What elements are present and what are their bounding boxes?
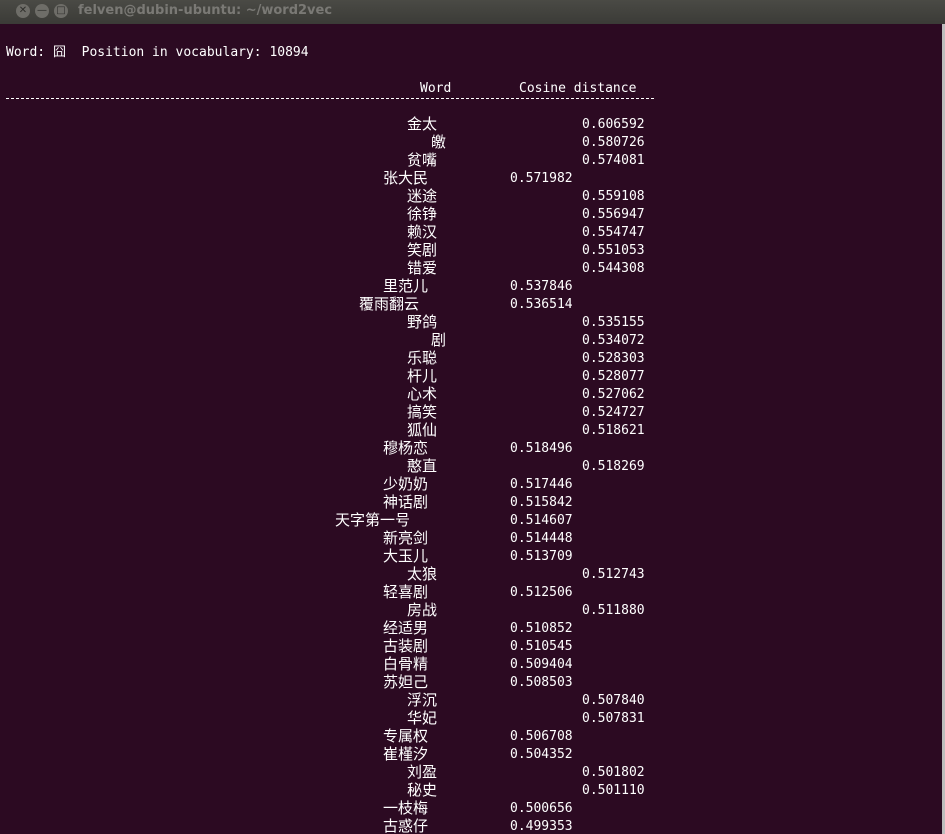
result-distance: 0.536514 [510,297,573,312]
query-line: Word: 囧 Position in vocabulary: 10894 [6,45,309,60]
result-distance: 0.537846 [510,279,573,294]
result-distance: 0.524727 [582,405,645,420]
result-word: 笑剧 [406,241,437,259]
result-distance: 0.535155 [582,315,645,330]
result-word: 贫嘴 [406,151,437,169]
result-word: 里范儿 [382,277,428,295]
divider-line [6,98,654,99]
result-distance: 0.518496 [510,441,573,456]
result-distance: 0.514448 [510,531,573,546]
result-distance: 0.501110 [582,783,645,798]
result-distance: 0.507831 [582,711,645,726]
result-word: 金太 [406,115,437,133]
result-word: 一枝梅 [382,799,428,817]
result-word: 搞笑 [406,403,437,421]
result-word: 轻喜剧 [382,583,428,601]
result-word: 覆雨翻云 [358,295,419,313]
header-cosine-distance: Cosine distance [519,81,637,96]
minimize-icon[interactable]: — [35,4,49,18]
terminal-window: ✕ — □ felven@dubin-ubuntu: ~/word2vec Wo… [0,0,945,834]
result-word: 专属权 [382,727,428,745]
result-word: 古惑仔 [382,817,428,834]
result-distance: 0.571982 [510,171,573,186]
result-distance: 0.517446 [510,477,573,492]
result-word: 刘盈 [406,763,437,781]
result-distance: 0.556947 [582,207,645,222]
result-distance: 0.506708 [510,729,573,744]
result-word: 剧 [430,331,446,349]
window-title: felven@dubin-ubuntu: ~/word2vec [78,3,333,18]
result-word: 白骨精 [382,655,428,673]
result-distance: 0.554747 [582,225,645,240]
result-word: 迷途 [406,187,437,205]
title-bar[interactable]: ✕ — □ felven@dubin-ubuntu: ~/word2vec [0,0,945,24]
result-word: 苏妲己 [382,673,428,691]
result-word: 房战 [406,601,437,619]
result-distance: 0.510545 [510,639,573,654]
result-distance: 0.499353 [510,819,573,834]
header-word: Word [420,81,452,96]
close-icon[interactable]: ✕ [16,4,30,18]
result-word: 神话剧 [382,493,428,511]
result-distance: 0.507840 [582,693,645,708]
result-word: 浮沉 [406,691,437,709]
result-distance: 0.551053 [582,243,645,258]
result-word: 皦 [430,133,446,151]
result-word: 新亮剑 [382,529,428,547]
result-distance: 0.528303 [582,351,645,366]
result-word: 徐铮 [406,205,437,223]
result-distance: 0.544308 [582,261,645,276]
result-distance: 0.580726 [582,135,645,150]
result-word: 野鸽 [406,313,437,331]
result-distance: 0.515842 [510,495,573,510]
result-word: 心术 [406,385,437,403]
result-word: 错爱 [406,259,437,277]
result-distance: 0.559108 [582,189,645,204]
result-distance: 0.514607 [510,513,573,528]
result-word: 经适男 [382,619,428,637]
result-word: 华妃 [406,709,437,727]
result-distance: 0.512743 [582,567,645,582]
result-word: 憨直 [406,457,437,475]
result-word: 古装剧 [382,637,428,655]
result-distance: 0.513709 [510,549,573,564]
result-distance: 0.534072 [582,333,645,348]
result-distance: 0.518269 [582,459,645,474]
maximize-icon[interactable]: □ [54,4,68,18]
result-distance: 0.508503 [510,675,573,690]
result-distance: 0.606592 [582,117,645,132]
result-word: 太狼 [406,565,437,583]
result-word: 张大民 [382,169,428,187]
result-word: 狐仙 [406,421,437,439]
result-distance: 0.527062 [582,387,645,402]
terminal-output[interactable]: Word: 囧 Position in vocabulary: 10894 Wo… [0,24,942,834]
result-word: 天字第一号 [334,511,410,529]
result-word: 杆儿 [406,367,437,385]
result-word: 秘史 [406,781,437,799]
result-word: 穆杨恋 [382,439,428,457]
result-word: 少奶奶 [382,475,428,493]
result-distance: 0.518621 [582,423,645,438]
result-distance: 0.574081 [582,153,645,168]
result-distance: 0.511880 [582,603,645,618]
result-word: 乐聪 [406,349,437,367]
result-distance: 0.509404 [510,657,573,672]
result-distance: 0.501802 [582,765,645,780]
result-word: 大玉儿 [382,547,428,565]
result-distance: 0.510852 [510,621,573,636]
result-distance: 0.512506 [510,585,573,600]
result-word: 崔槿汐 [382,745,428,763]
result-distance: 0.504352 [510,747,573,762]
result-distance: 0.500656 [510,801,573,816]
result-word: 赖汉 [406,223,437,241]
result-distance: 0.528077 [582,369,645,384]
